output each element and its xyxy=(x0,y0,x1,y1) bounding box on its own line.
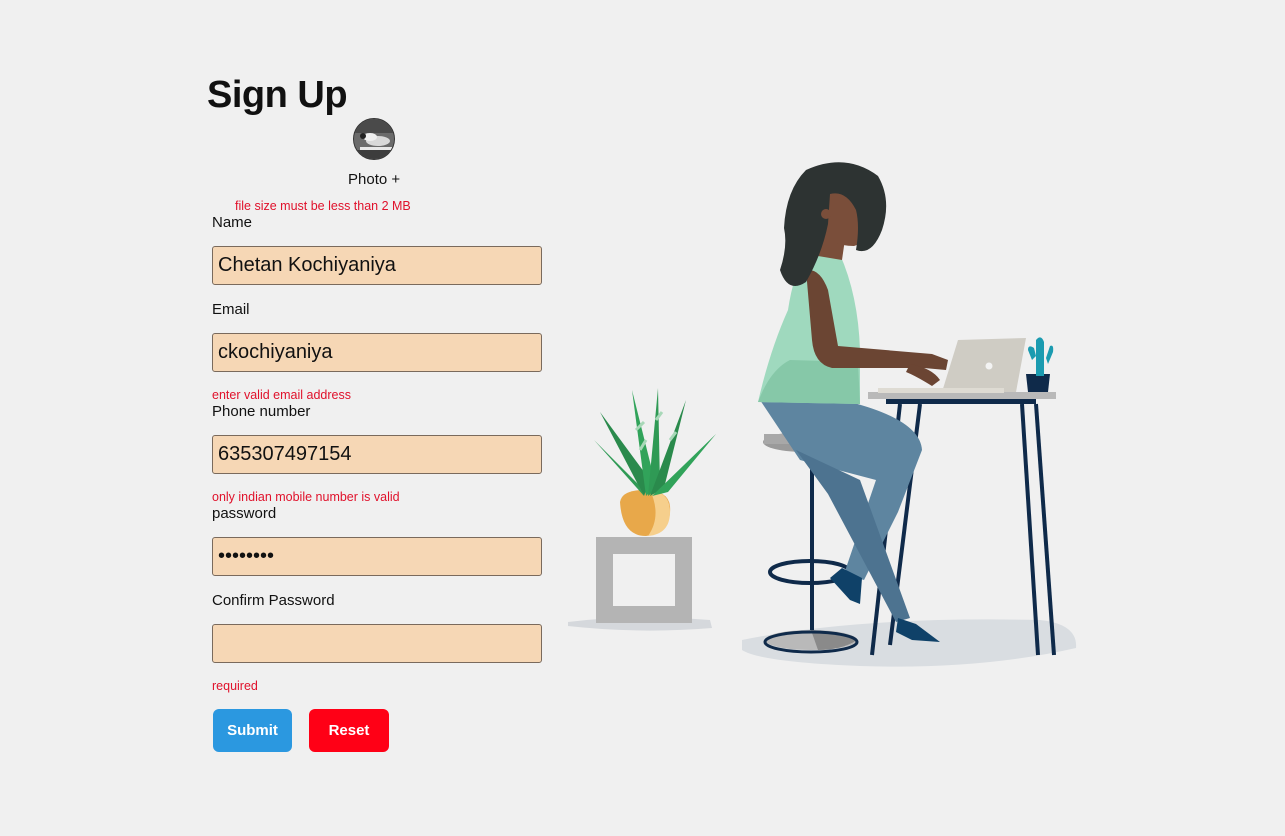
confirm-password-input[interactable] xyxy=(212,624,542,663)
name-input[interactable] xyxy=(212,246,542,285)
phone-error-message: only indian mobile number is valid xyxy=(212,490,400,504)
confirm-password-label: Confirm Password xyxy=(212,592,335,609)
submit-button[interactable]: Submit xyxy=(213,709,292,752)
add-photo-button[interactable]: Photo + xyxy=(348,171,400,188)
profile-photo-avatar[interactable] xyxy=(353,118,395,160)
woman-at-laptop-illustration xyxy=(568,162,1077,667)
phone-label: Phone number xyxy=(212,403,311,420)
email-label: Email xyxy=(212,301,250,318)
phone-input[interactable] xyxy=(212,435,542,474)
avatar-image xyxy=(354,119,394,159)
email-error-message: enter valid email address xyxy=(212,388,351,402)
password-input[interactable] xyxy=(212,537,542,576)
password-label: password xyxy=(212,505,277,522)
name-label: Name xyxy=(212,214,253,231)
page-title: Sign Up xyxy=(207,74,348,116)
email-input[interactable] xyxy=(212,333,542,372)
confirm-password-error-message: required xyxy=(212,679,258,693)
photo-error-message: file size must be less than 2 MB xyxy=(235,199,411,213)
reset-button[interactable]: Reset xyxy=(309,709,389,752)
